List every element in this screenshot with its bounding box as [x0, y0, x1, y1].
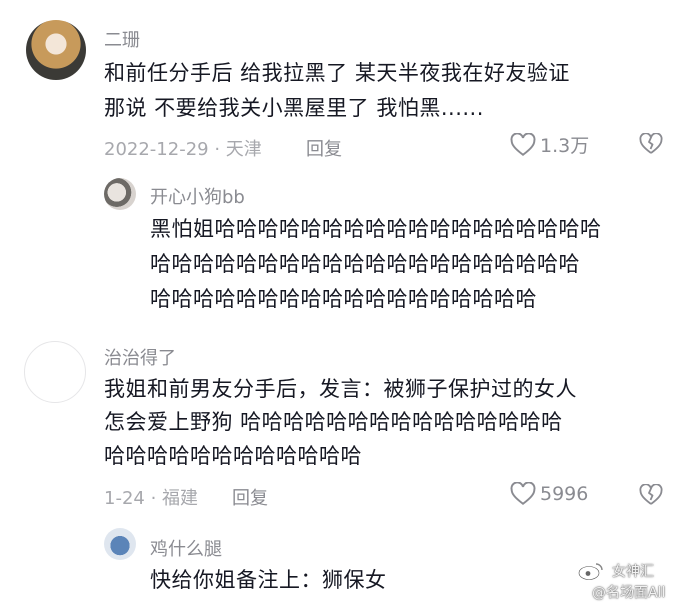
comment-3-like-count: 5996	[540, 483, 589, 505]
comment-3-text-line-1: 我姐和前男友分手后，发言：被狮子保护过的女人	[104, 377, 577, 401]
comment-3-like-button[interactable]: 5996	[510, 482, 588, 506]
comment-2-text-line-1: 黑怕姐哈哈哈哈哈哈哈哈哈哈哈哈哈哈哈哈哈哈	[150, 217, 602, 241]
comment-3-text-line-2: 怎会爱上野狗 哈哈哈哈哈哈哈哈哈哈哈哈哈哈哈	[104, 410, 563, 434]
comment-2-username[interactable]: 开心小狗bb	[150, 183, 245, 209]
comment-1-reply-button[interactable]: 回复	[306, 135, 342, 161]
comment-4-text-line-1: 快给你姐备注上：狮保女	[150, 568, 387, 592]
comment-3-date-location: 1-24 · 福建	[104, 488, 199, 509]
comment-1-dislike-button[interactable]	[639, 133, 663, 155]
weibo-watermark: 女神汇 @名场面All	[578, 558, 688, 602]
comment-1-username[interactable]: 二珊	[104, 26, 140, 52]
comment-2-text-line-2: 哈哈哈哈哈哈哈哈哈哈哈哈哈哈哈哈哈哈哈哈	[150, 252, 580, 276]
comment-1-date-location: 2022-12-29 · 天津	[104, 139, 262, 160]
comment-2-text-line-3: 哈哈哈哈哈哈哈哈哈哈哈哈哈哈哈哈哈哈	[150, 287, 537, 311]
comment-3-dislike-button[interactable]	[639, 484, 663, 506]
heart-outline-icon	[510, 132, 536, 157]
avatar-user-2[interactable]	[104, 178, 136, 210]
broken-heart-icon	[639, 484, 663, 506]
comment-1-text-line-2: 那说 不要给我关小黑屋里了 我怕黑......	[104, 96, 484, 120]
comment-3-username[interactable]: 治治得了	[104, 344, 176, 370]
comment-3-text-line-3: 哈哈哈哈哈哈哈哈哈哈哈哈	[104, 444, 362, 468]
comment-1-text-line-1: 和前任分手后 给我拉黑了 某天半夜我在好友验证	[104, 61, 570, 85]
comment-1-like-count: 1.3万	[540, 135, 590, 157]
avatar-user-4[interactable]	[104, 528, 136, 560]
avatar-user-3[interactable]	[24, 341, 86, 403]
watermark-text-line-2: @名场面All	[592, 585, 666, 601]
comment-4-username[interactable]: 鸡什么腿	[150, 535, 222, 561]
watermark-text-line-1: 女神汇	[612, 564, 654, 580]
comment-1-like-button[interactable]: 1.3万	[510, 131, 589, 158]
weibo-logo-icon	[578, 562, 604, 580]
comment-3-reply-button[interactable]: 回复	[232, 484, 268, 510]
heart-outline-icon	[510, 482, 536, 506]
broken-heart-icon	[639, 133, 663, 155]
avatar-user-1[interactable]	[26, 20, 86, 80]
